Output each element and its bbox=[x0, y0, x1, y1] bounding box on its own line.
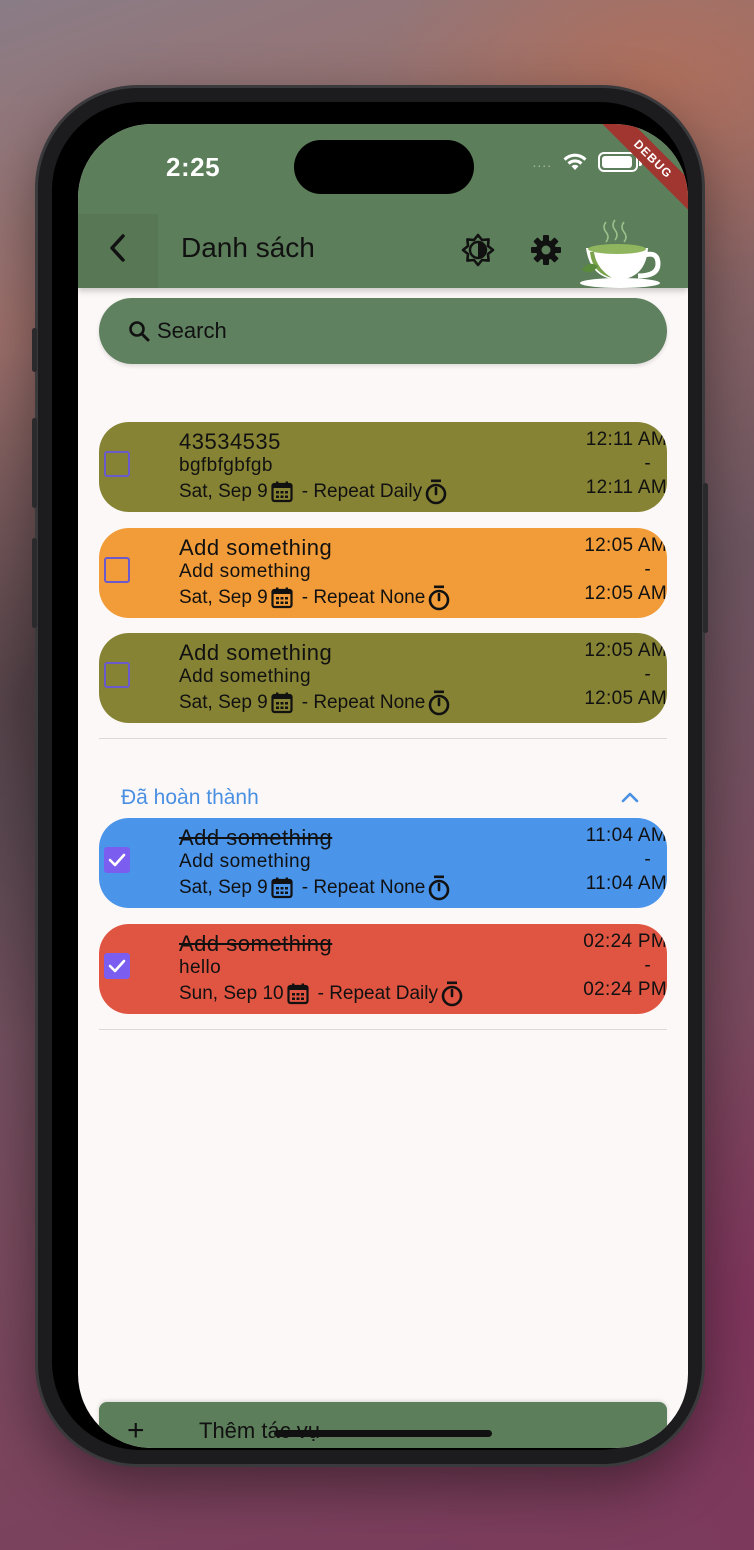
search-label: Search bbox=[157, 318, 227, 343]
time-separator: - bbox=[644, 664, 651, 685]
back-button[interactable] bbox=[100, 228, 136, 268]
dynamic-island bbox=[294, 140, 474, 194]
checkmark-icon bbox=[108, 853, 126, 867]
task-checkbox[interactable] bbox=[104, 451, 130, 477]
wifi-icon bbox=[563, 153, 587, 170]
timer-icon bbox=[429, 585, 450, 611]
task-description: bgfbfgbfgb bbox=[179, 455, 273, 476]
task-repeat: - Repeat None bbox=[301, 587, 426, 608]
task-end-time: 12:11 AM bbox=[585, 477, 667, 498]
task-description: Add something bbox=[179, 666, 311, 687]
task-title: Add something bbox=[179, 535, 333, 560]
task-repeat: - Repeat None bbox=[301, 692, 426, 713]
status-time: 2:25 bbox=[166, 152, 221, 182]
task-date: Sat, Sep 9 bbox=[179, 481, 268, 502]
search-icon bbox=[129, 321, 150, 342]
timer-icon bbox=[425, 479, 447, 505]
task-card[interactable]: Add something Add something Sat, Sep 9 -… bbox=[99, 528, 667, 618]
time-separator: - bbox=[644, 559, 651, 580]
task-checkbox-checked[interactable] bbox=[104, 847, 130, 873]
section-divider bbox=[99, 1029, 667, 1030]
task-repeat: - Repeat Daily bbox=[301, 481, 423, 502]
task-start-time: 12:11 AM bbox=[585, 429, 667, 450]
calendar-icon bbox=[271, 692, 293, 714]
task-description: hello bbox=[179, 957, 222, 978]
task-date: Sat, Sep 9 bbox=[179, 692, 268, 713]
task-end-time: 12:05 AM bbox=[584, 583, 667, 604]
task-title: Add something bbox=[179, 931, 333, 956]
plus-icon: + bbox=[127, 1414, 145, 1447]
task-start-time: 12:05 AM bbox=[584, 535, 667, 556]
time-separator: - bbox=[644, 849, 651, 870]
checkmark-icon bbox=[108, 959, 126, 973]
task-title: Add something bbox=[179, 825, 333, 850]
task-repeat: - Repeat Daily bbox=[317, 983, 438, 1004]
task-checkbox[interactable] bbox=[104, 662, 130, 688]
chevron-up-icon bbox=[621, 792, 639, 803]
app-bar: 2:25 .... DEBUG Danh sách bbox=[78, 124, 688, 288]
task-card[interactable]: 43534535 bgfbfgbfgb Sat, Sep 9 - Repeat … bbox=[99, 422, 667, 512]
task-end-time: 02:24 PM bbox=[583, 979, 667, 1000]
completed-task-card[interactable]: Add something hello Sun, Sep 10 - Repeat… bbox=[99, 924, 667, 1014]
add-task-button[interactable]: + Thêm tác vụ bbox=[99, 1402, 667, 1448]
task-checkbox[interactable] bbox=[104, 557, 130, 583]
task-end-time: 12:05 AM bbox=[584, 688, 667, 709]
timer-icon bbox=[429, 875, 450, 901]
page-title: Danh sách bbox=[181, 232, 315, 263]
signal-icon: .... bbox=[532, 154, 552, 170]
phone-frame: 2:25 .... DEBUG Danh sách Search 4353453… bbox=[32, 88, 708, 1464]
task-date: Sat, Sep 9 bbox=[179, 587, 268, 608]
task-start-time: 12:05 AM bbox=[584, 640, 667, 661]
battery-icon bbox=[598, 152, 642, 172]
task-end-time: 11:04 AM bbox=[585, 873, 667, 894]
theme-toggle-button[interactable] bbox=[456, 228, 500, 272]
task-description: Add something bbox=[179, 851, 311, 872]
task-start-time: 02:24 PM bbox=[583, 931, 667, 952]
status-icons: .... bbox=[532, 152, 642, 172]
completed-section-header[interactable]: Đã hoàn thành bbox=[99, 774, 667, 824]
calendar-icon bbox=[271, 587, 293, 609]
settings-button[interactable] bbox=[524, 228, 568, 272]
task-title: 43534535 bbox=[179, 429, 281, 454]
task-title: Add something bbox=[179, 640, 333, 665]
task-card[interactable]: Add something Add something Sat, Sep 9 -… bbox=[99, 633, 667, 723]
home-indicator[interactable] bbox=[274, 1430, 492, 1437]
completed-task-card[interactable]: Add something Add something Sat, Sep 9 -… bbox=[99, 818, 667, 908]
calendar-icon bbox=[286, 983, 309, 1005]
time-separator: - bbox=[644, 955, 651, 976]
task-date: Sat, Sep 9 bbox=[179, 877, 268, 898]
completed-section-title: Đã hoàn thành bbox=[121, 786, 259, 809]
task-checkbox-checked[interactable] bbox=[104, 953, 130, 979]
time-separator: - bbox=[644, 453, 651, 474]
task-repeat: - Repeat None bbox=[301, 877, 426, 898]
search-bar[interactable]: Search bbox=[99, 298, 667, 364]
calendar-icon bbox=[271, 481, 293, 503]
brightness-icon bbox=[461, 233, 495, 267]
task-start-time: 11:04 AM bbox=[585, 825, 667, 846]
task-date: Sun, Sep 10 bbox=[179, 983, 284, 1004]
section-divider bbox=[99, 738, 667, 739]
timer-icon bbox=[429, 690, 450, 716]
task-description: Add something bbox=[179, 561, 311, 582]
app-screen: 2:25 .... DEBUG Danh sách Search 4353453… bbox=[78, 124, 688, 1448]
chevron-left-icon bbox=[110, 234, 125, 262]
gear-icon bbox=[531, 235, 561, 265]
calendar-icon bbox=[271, 877, 293, 899]
tea-cup-logo bbox=[580, 219, 661, 288]
timer-icon bbox=[441, 981, 463, 1007]
